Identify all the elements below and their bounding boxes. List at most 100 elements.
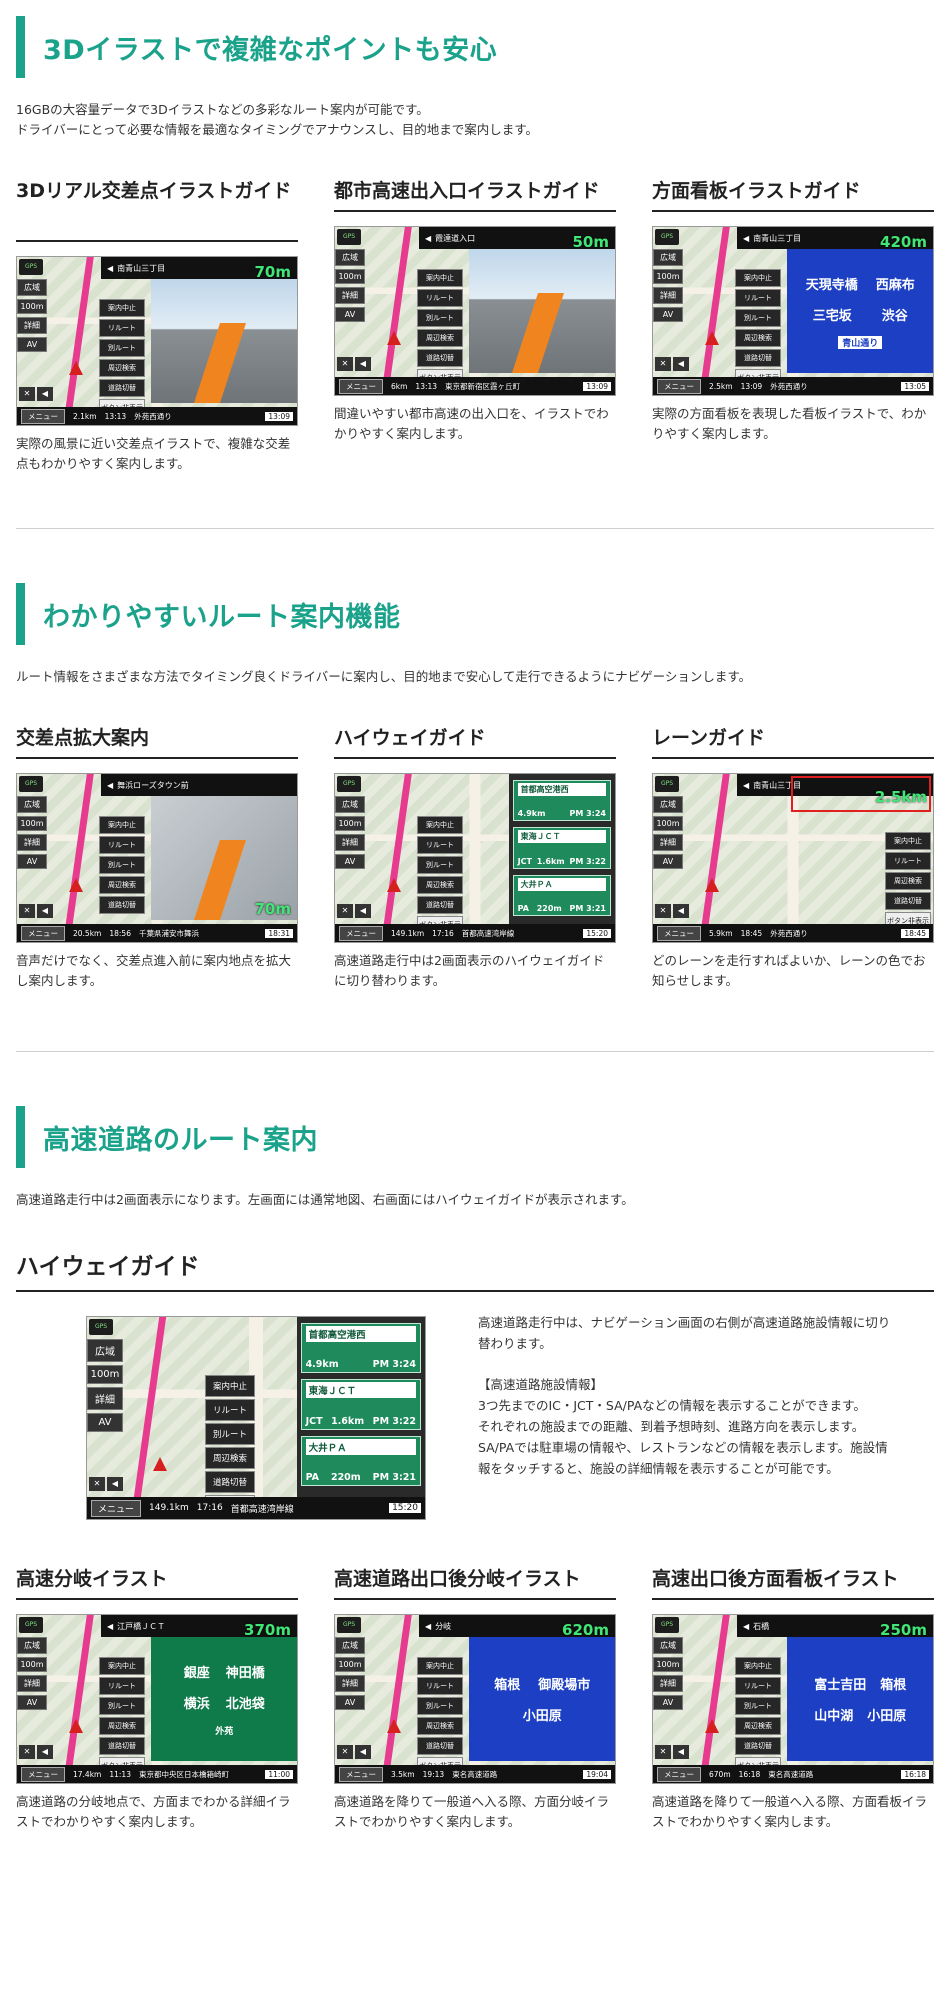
nearby-search-button[interactable]: 周辺検索 — [417, 1717, 463, 1735]
mute-icon[interactable]: ✕ — [19, 1745, 35, 1759]
mute-icon[interactable]: ✕ — [19, 904, 35, 918]
stop-guide-button[interactable]: 案内中止 — [417, 1657, 463, 1675]
volume-icon[interactable]: ◀ — [355, 1745, 371, 1759]
nearby-search-button[interactable]: 周辺検索 — [735, 1717, 781, 1735]
detail-button[interactable]: 詳細 — [653, 834, 683, 851]
road-switch-button[interactable]: 道路切替 — [735, 349, 781, 367]
volume-icon[interactable]: ◀ — [673, 357, 689, 371]
detail-button[interactable]: 詳細 — [17, 834, 47, 851]
alt-route-button[interactable]: 別ルート — [417, 1697, 463, 1715]
road-switch-button[interactable]: 道路切替 — [99, 379, 145, 397]
road-switch-button[interactable]: 道路切替 — [417, 349, 463, 367]
mute-icon[interactable]: ✕ — [337, 357, 353, 371]
av-button[interactable]: AV — [17, 337, 47, 352]
detail-button[interactable]: 詳細 — [17, 317, 47, 334]
scale-button[interactable]: 100m — [653, 269, 683, 284]
mute-icon[interactable]: ✕ — [19, 387, 35, 401]
nearby-search-button[interactable]: 周辺検索 — [99, 876, 145, 894]
reroute-button[interactable]: リルート — [99, 1677, 145, 1695]
detail-button[interactable]: 詳細 — [17, 1675, 47, 1692]
alt-route-button[interactable]: 別ルート — [205, 1423, 255, 1445]
detail-button[interactable]: 詳細 — [335, 834, 365, 851]
alt-route-button[interactable]: 別ルート — [735, 1697, 781, 1715]
reroute-button[interactable]: リルート — [735, 289, 781, 307]
av-button[interactable]: AV — [17, 1695, 47, 1710]
menu-button[interactable]: メニュー — [657, 378, 701, 394]
road-switch-button[interactable]: 道路切替 — [735, 1737, 781, 1755]
highway-facility[interactable]: 大井ＰＡ PA 220m PM 3:21 — [512, 874, 611, 917]
wide-button[interactable]: 広域 — [335, 1637, 365, 1654]
nearby-search-button[interactable]: 周辺検索 — [205, 1447, 255, 1469]
reroute-button[interactable]: リルート — [735, 1677, 781, 1695]
nearby-search-button[interactable]: 周辺検索 — [885, 872, 931, 890]
alt-route-button[interactable]: 別ルート — [99, 1697, 145, 1715]
volume-icon[interactable]: ◀ — [355, 904, 371, 918]
detail-button[interactable]: 詳細 — [653, 1675, 683, 1692]
menu-button[interactable]: メニュー — [21, 925, 65, 941]
road-switch-button[interactable]: 道路切替 — [99, 896, 145, 914]
scale-button[interactable]: 100m — [17, 1657, 47, 1672]
menu-button[interactable]: メニュー — [657, 1766, 701, 1782]
volume-icon[interactable]: ◀ — [107, 1477, 123, 1491]
scale-button[interactable]: 100m — [653, 1657, 683, 1672]
detail-button[interactable]: 詳細 — [87, 1387, 123, 1410]
stop-guide-button[interactable]: 案内中止 — [99, 1657, 145, 1675]
alt-route-button[interactable]: 別ルート — [417, 856, 463, 874]
nearby-search-button[interactable]: 周辺検索 — [99, 1717, 145, 1735]
av-button[interactable]: AV — [335, 307, 365, 322]
alt-route-button[interactable]: 別ルート — [735, 309, 781, 327]
stop-guide-button[interactable]: 案内中止 — [417, 269, 463, 287]
scale-button[interactable]: 100m — [653, 816, 683, 831]
road-switch-button[interactable]: 道路切替 — [205, 1471, 255, 1493]
road-switch-button[interactable]: 道路切替 — [417, 896, 463, 914]
scale-button[interactable]: 100m — [87, 1365, 123, 1384]
av-button[interactable]: AV — [653, 1695, 683, 1710]
volume-icon[interactable]: ◀ — [37, 387, 53, 401]
reroute-button[interactable]: リルート — [205, 1399, 255, 1421]
reroute-button[interactable]: リルート — [99, 319, 145, 337]
reroute-button[interactable]: リルート — [885, 852, 931, 870]
volume-icon[interactable]: ◀ — [673, 1745, 689, 1759]
stop-guide-button[interactable]: 案内中止 — [417, 816, 463, 834]
av-button[interactable]: AV — [335, 854, 365, 869]
menu-button[interactable]: メニュー — [657, 925, 701, 941]
detail-button[interactable]: 詳細 — [335, 287, 365, 304]
scale-button[interactable]: 100m — [335, 269, 365, 284]
nearby-search-button[interactable]: 周辺検索 — [417, 329, 463, 347]
wide-button[interactable]: 広域 — [17, 796, 47, 813]
menu-button[interactable]: メニュー — [21, 1766, 65, 1782]
alt-route-button[interactable]: 別ルート — [417, 309, 463, 327]
mute-icon[interactable]: ✕ — [655, 1745, 671, 1759]
mute-icon[interactable]: ✕ — [89, 1477, 105, 1491]
wide-button[interactable]: 広域 — [653, 1637, 683, 1654]
stop-guide-button[interactable]: 案内中止 — [99, 816, 145, 834]
av-button[interactable]: AV — [653, 307, 683, 322]
nearby-search-button[interactable]: 周辺検索 — [417, 876, 463, 894]
nearby-search-button[interactable]: 周辺検索 — [99, 359, 145, 377]
alt-route-button[interactable]: 別ルート — [99, 339, 145, 357]
av-button[interactable]: AV — [335, 1695, 365, 1710]
wide-button[interactable]: 広域 — [653, 796, 683, 813]
menu-button[interactable]: メニュー — [21, 408, 65, 424]
highway-facility[interactable]: 東海ＪＣＴ JCT 1.6km PM 3:22 — [512, 827, 611, 869]
stop-guide-button[interactable]: 案内中止 — [885, 832, 931, 850]
wide-button[interactable]: 広域 — [17, 279, 47, 296]
volume-icon[interactable]: ◀ — [355, 357, 371, 371]
scale-button[interactable]: 100m — [335, 816, 365, 831]
mute-icon[interactable]: ✕ — [337, 904, 353, 918]
wide-button[interactable]: 広域 — [335, 796, 365, 813]
menu-button[interactable]: メニュー — [91, 1499, 142, 1517]
scale-button[interactable]: 100m — [335, 1657, 365, 1672]
stop-guide-button[interactable]: 案内中止 — [99, 299, 145, 317]
road-switch-button[interactable]: 道路切替 — [417, 1737, 463, 1755]
wide-button[interactable]: 広域 — [87, 1339, 123, 1362]
stop-guide-button[interactable]: 案内中止 — [205, 1375, 255, 1397]
alt-route-button[interactable]: 別ルート — [99, 856, 145, 874]
reroute-button[interactable]: リルート — [417, 836, 463, 854]
av-button[interactable]: AV — [653, 854, 683, 869]
reroute-button[interactable]: リルート — [417, 289, 463, 307]
wide-button[interactable]: 広域 — [653, 249, 683, 266]
reroute-button[interactable]: リルート — [99, 836, 145, 854]
mute-icon[interactable]: ✕ — [655, 904, 671, 918]
nearby-search-button[interactable]: 周辺検索 — [735, 329, 781, 347]
